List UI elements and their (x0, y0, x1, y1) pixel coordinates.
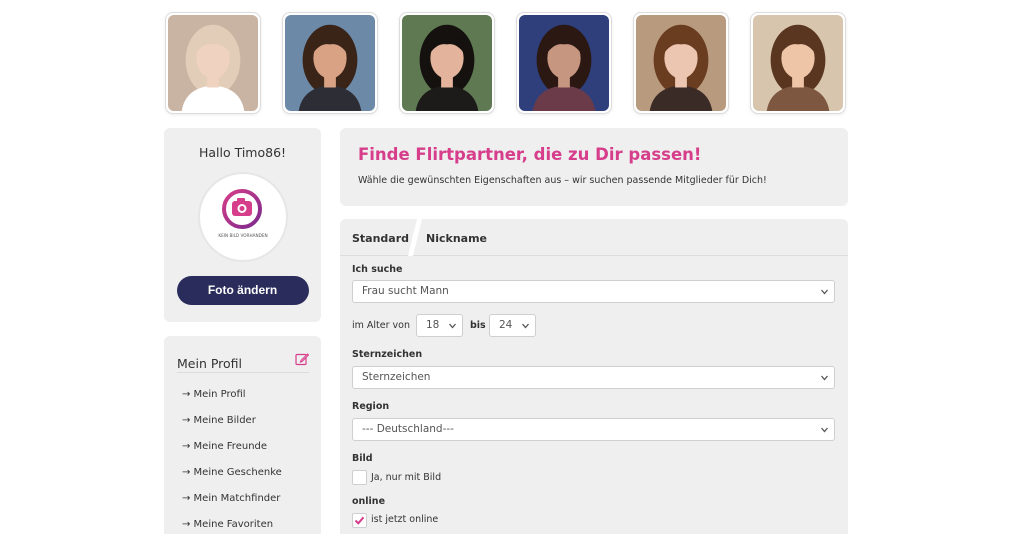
profile-menu-title: Mein Profil (177, 356, 243, 371)
portrait-graphic (285, 15, 375, 111)
member-photo-3[interactable] (399, 12, 495, 114)
ich-suche-label: Ich suche (352, 264, 403, 275)
portrait-graphic (636, 15, 726, 111)
intro-panel: Finde Flirtpartner, die zu Dir passen! W… (340, 128, 848, 206)
bild-option-label[interactable]: Ja, nur mit Bild (371, 472, 441, 483)
member-photo-5[interactable] (633, 12, 729, 114)
menu-item-meine-favoriten[interactable]: → Meine Favoriten (182, 518, 282, 534)
tab-divider (408, 219, 422, 256)
avatar-caption: KEIN BILD VORHANDEN (218, 233, 267, 238)
tab-nickname[interactable]: Nickname (426, 232, 487, 245)
member-photo-6[interactable] (750, 12, 846, 114)
member-photo-image (753, 15, 843, 111)
member-photo-image (285, 15, 375, 111)
profile-menu-header: Mein Profil (177, 353, 309, 373)
member-photo-image (402, 15, 492, 111)
member-photo-4[interactable] (516, 12, 612, 114)
online-option-label[interactable]: ist jetzt online (371, 514, 438, 525)
bild-checkbox[interactable] (352, 470, 367, 485)
age-to-label: bis (470, 320, 486, 331)
portrait-graphic (753, 15, 843, 111)
greeting: Hallo Timo86! (198, 145, 287, 160)
region-label: Region (352, 401, 390, 412)
welcome-panel: Hallo Timo86! KEIN BILD VORHANDEN Foto ä… (164, 128, 321, 322)
menu-item-meine-geschenke[interactable]: → Meine Geschenke (182, 466, 282, 492)
member-photo-image (519, 15, 609, 111)
chevron-down-icon (821, 427, 828, 433)
online-label: online (352, 496, 386, 507)
online-checkbox[interactable] (352, 513, 367, 528)
portrait-graphic (168, 15, 258, 111)
tab-standard[interactable]: Standard (352, 232, 409, 245)
portrait-graphic (402, 15, 492, 111)
ich-suche-value: Frau sucht Mann (362, 285, 449, 297)
bild-label: Bild (352, 453, 373, 464)
menu-item-mein-matchfinder[interactable]: → Mein Matchfinder (182, 492, 282, 518)
member-photo-strip (165, 12, 848, 114)
age-from-select[interactable]: 18 (416, 314, 463, 337)
page-title: Finde Flirtpartner, die zu Dir passen! (358, 145, 702, 164)
chevron-down-icon (522, 323, 529, 329)
page: Hallo Timo86! KEIN BILD VORHANDEN Foto ä… (0, 0, 1024, 534)
search-tabs: Standard Nickname (340, 219, 848, 256)
age-label: im Alter von (352, 320, 411, 331)
change-photo-button[interactable]: Foto ändern (176, 276, 309, 305)
chevron-down-icon (449, 323, 456, 329)
menu-item-mein-profil[interactable]: → Mein Profil (182, 388, 282, 414)
zodiac-value: Sternzeichen (362, 371, 431, 383)
member-photo-1[interactable] (165, 12, 261, 114)
member-photo-2[interactable] (282, 12, 378, 114)
profile-menu-panel: Mein Profil → Mein Profil → Meine Bilder… (164, 336, 321, 534)
age-from-value: 18 (426, 319, 440, 331)
chevron-down-icon (821, 375, 828, 381)
member-photo-image (636, 15, 726, 111)
checkmark-icon (354, 516, 365, 525)
menu-item-meine-freunde[interactable]: → Meine Freunde (182, 440, 282, 466)
ich-suche-select[interactable]: Frau sucht Mann (352, 280, 835, 303)
region-value: --- Deutschland--- (362, 423, 454, 435)
member-photo-image (168, 15, 258, 111)
age-to-value: 24 (499, 319, 513, 331)
chevron-down-icon (821, 289, 828, 295)
no-image-camera-icon: KEIN BILD VORHANDEN (218, 189, 267, 238)
search-form: Standard Nickname Ich suche Frau sucht M… (340, 219, 848, 534)
page-subtitle: Wähle die gewünschten Eigenschaften aus … (358, 175, 767, 186)
avatar[interactable]: KEIN BILD VORHANDEN (197, 172, 288, 262)
profile-menu-list: → Mein Profil → Meine Bilder → Meine Fre… (182, 388, 282, 534)
zodiac-label: Sternzeichen (352, 349, 423, 360)
zodiac-select[interactable]: Sternzeichen (352, 366, 835, 389)
edit-icon[interactable] (295, 352, 309, 366)
region-select[interactable]: --- Deutschland--- (352, 418, 835, 441)
portrait-graphic (519, 15, 609, 111)
menu-item-meine-bilder[interactable]: → Meine Bilder (182, 414, 282, 440)
age-to-select[interactable]: 24 (489, 314, 536, 337)
